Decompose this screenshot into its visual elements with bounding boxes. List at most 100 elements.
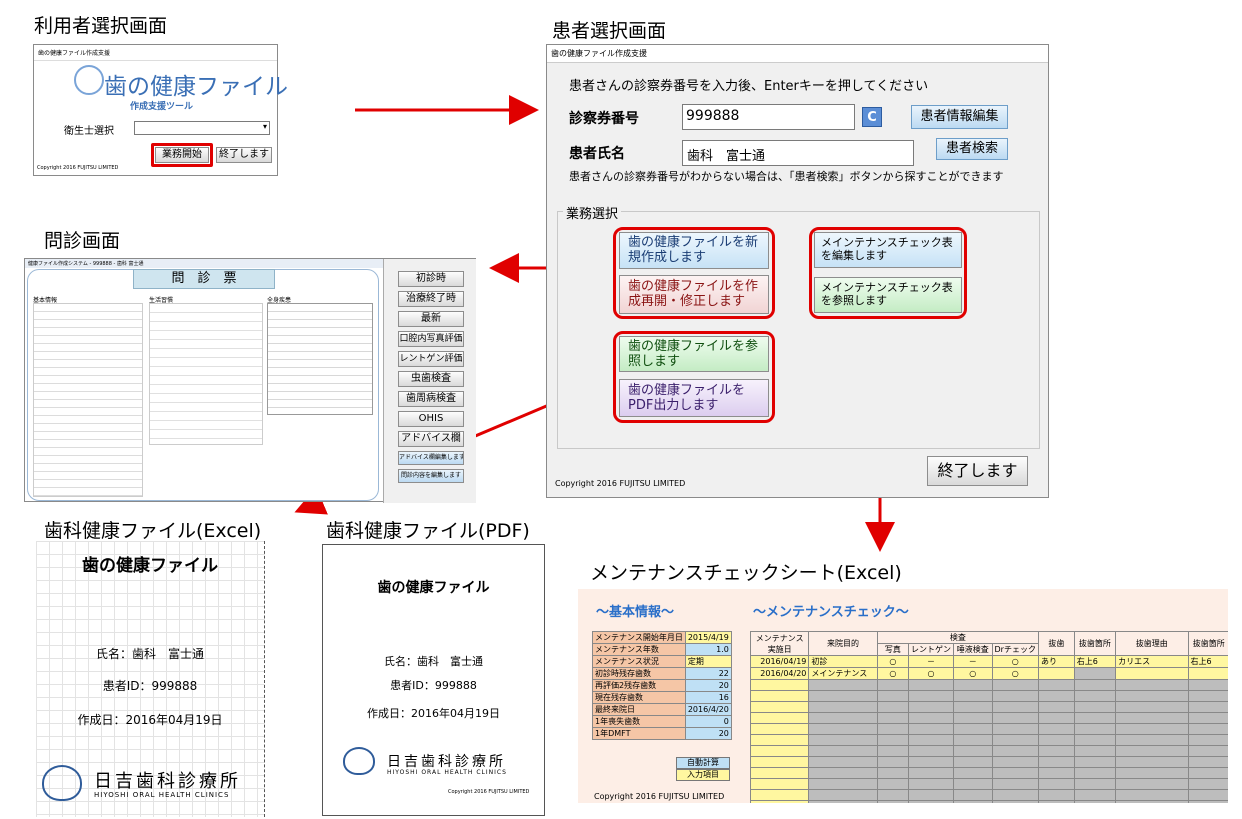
maintenance-cell[interactable] [908,734,955,746]
side-btn-photo-eval[interactable]: 口腔内写真評価 [398,331,464,347]
maintenance-cell[interactable] [1187,667,1228,680]
maintenance-cell[interactable] [991,679,1039,691]
maintenance-cell[interactable] [991,745,1039,757]
maintenance-cell[interactable] [749,712,810,724]
maintenance-cell[interactable] [1037,756,1075,768]
maintenance-cell[interactable] [1115,690,1189,702]
view-file-button[interactable]: 歯の健康ファイルを参照します [619,336,769,372]
maintenance-cell[interactable] [749,756,810,768]
maintenance-cell[interactable] [1115,800,1189,803]
maintenance-cell[interactable] [876,745,910,757]
maintenance-cell[interactable] [953,778,993,790]
maintenance-cell[interactable] [1037,767,1075,779]
maintenance-cell[interactable] [1115,778,1189,790]
maintenance-cell[interactable] [1073,789,1117,801]
maintenance-cell[interactable] [991,800,1039,803]
maintenance-cell[interactable] [876,690,910,702]
maintenance-cell[interactable] [908,756,955,768]
maintenance-cell[interactable] [1187,800,1228,803]
side-btn-treatment-end[interactable]: 治療終了時 [398,291,464,307]
maintenance-cell[interactable] [1115,789,1189,801]
maintenance-cell[interactable] [1115,712,1189,724]
maintenance-cell[interactable] [808,701,878,713]
maintenance-cell[interactable] [1187,789,1228,801]
maintenance-cell[interactable] [953,679,993,691]
maintenance-cell[interactable] [1187,767,1228,779]
maintenance-cell[interactable]: 2016/04/20 [749,667,810,680]
maintenance-cell[interactable] [1037,712,1075,724]
maintenance-cell[interactable] [808,690,878,702]
maintenance-cell[interactable] [749,745,810,757]
new-file-button[interactable]: 歯の健康ファイルを新規作成します [619,232,769,269]
maintenance-cell[interactable] [908,778,955,790]
maintenance-cell[interactable] [808,745,878,757]
maintenance-cell[interactable] [953,800,993,803]
maintenance-cell[interactable] [991,767,1039,779]
maintenance-cell[interactable] [1037,723,1075,735]
maintenance-cell[interactable] [953,734,993,746]
basic-info-value[interactable]: 定期 [684,655,732,668]
maintenance-cell[interactable] [1037,789,1075,801]
maintenance-cell[interactable] [953,745,993,757]
maintenance-cell[interactable] [1037,778,1075,790]
edit-patient-button[interactable]: 患者情報編集 [911,105,1008,129]
maintenance-cell[interactable]: 右上6 [1073,655,1117,668]
maintenance-cell[interactable] [1187,679,1228,691]
maintenance-cell[interactable] [991,690,1039,702]
maintenance-cell[interactable] [749,690,810,702]
search-patient-button[interactable]: 患者検索 [936,138,1008,160]
maintenance-cell[interactable] [1073,745,1117,757]
side-btn-perio[interactable]: 歯周病検査 [398,391,464,407]
maintenance-cell[interactable] [1115,667,1189,680]
maintenance-cell[interactable] [1073,712,1117,724]
maintenance-cell[interactable] [749,701,810,713]
maintenance-cell[interactable] [1187,734,1228,746]
maintenance-cell[interactable] [1187,701,1228,713]
side-btn-first-visit[interactable]: 初診時 [398,271,464,287]
maintenance-cell[interactable] [749,767,810,779]
maintenance-cell[interactable] [908,723,955,735]
basic-info-value[interactable]: 2015/4/19 [684,631,732,644]
maintenance-cell[interactable] [1115,767,1189,779]
maintenance-cell[interactable] [1073,701,1117,713]
maintenance-cell[interactable] [991,723,1039,735]
maintenance-cell[interactable] [876,756,910,768]
maintenance-cell[interactable] [1037,679,1075,691]
pdf-output-button[interactable]: 歯の健康ファイルをPDF出力します [619,379,769,417]
side-btn-latest[interactable]: 最新 [398,311,464,327]
maintenance-cell[interactable]: メインテナンス [808,667,878,680]
maintenance-cell[interactable] [876,723,910,735]
view-maintenance-button[interactable]: メインテナンスチェック表を参照します [814,277,962,313]
maintenance-cell[interactable] [908,679,955,691]
maintenance-cell[interactable] [1115,734,1189,746]
maintenance-cell[interactable] [953,767,993,779]
maintenance-cell[interactable] [1187,690,1228,702]
maintenance-cell[interactable] [808,778,878,790]
maintenance-cell[interactable]: ○ [953,667,993,680]
maintenance-cell[interactable] [1115,679,1189,691]
maintenance-cell[interactable] [1115,745,1189,757]
start-button[interactable]: 業務開始 [155,147,209,163]
maintenance-cell[interactable] [908,767,955,779]
maintenance-cell[interactable]: ○ [908,667,955,680]
maintenance-cell[interactable] [1115,701,1189,713]
end-button[interactable]: 終了します [216,147,272,163]
maintenance-cell[interactable] [1073,767,1117,779]
maintenance-cell[interactable] [808,679,878,691]
maintenance-cell[interactable] [953,712,993,724]
maintenance-cell[interactable] [1037,734,1075,746]
maintenance-cell[interactable] [1073,667,1117,680]
maintenance-cell[interactable] [908,745,955,757]
maintenance-cell[interactable]: ○ [876,655,910,668]
maintenance-cell[interactable] [1073,723,1117,735]
maintenance-cell[interactable] [1115,723,1189,735]
side-btn-edit-interview[interactable]: 問診内容を編集します [398,469,464,483]
maintenance-cell[interactable]: 2016/04/19 [749,655,810,668]
maintenance-cell[interactable] [991,789,1039,801]
maintenance-cell[interactable] [1037,701,1075,713]
maintenance-cell[interactable] [808,767,878,779]
maintenance-cell[interactable]: ○ [876,667,910,680]
maintenance-cell[interactable] [876,712,910,724]
maintenance-cell[interactable] [991,778,1039,790]
maintenance-cell[interactable]: ○ [991,655,1039,668]
